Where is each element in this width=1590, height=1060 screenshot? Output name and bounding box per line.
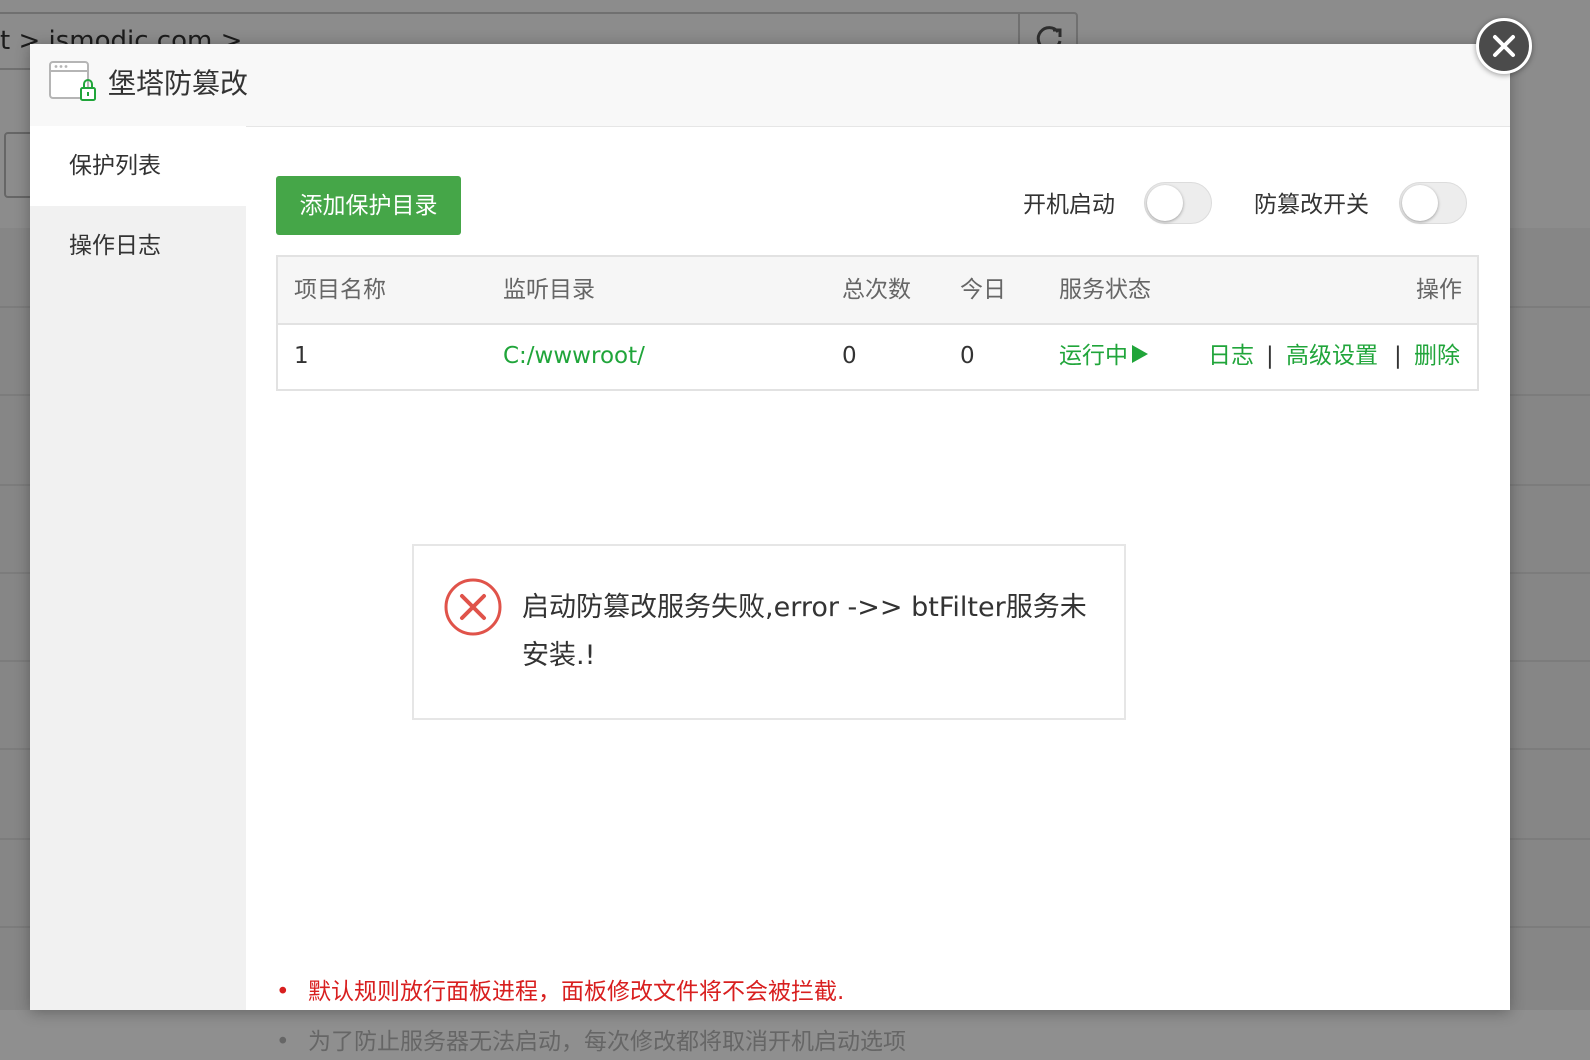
notes-list: • 默认规则放行面板进程，面板修改文件将不会被拦截. • 为了防止服务器无法启动，每… — [276, 974, 1476, 1060]
col-header-today: 今日 — [960, 277, 1006, 303]
note-text: 默认规则放行面板进程，面板修改文件将不会被拦截. — [308, 979, 845, 1005]
row-dir-link[interactable]: C:/wwwroot/ — [503, 340, 645, 372]
col-header-dir: 监听目录 — [503, 277, 595, 303]
error-icon — [442, 576, 504, 642]
bullet: • — [276, 1029, 290, 1055]
dialog-title: 堡塔防篡改 — [108, 67, 249, 100]
col-header-status: 服务状态 — [1059, 277, 1151, 303]
tamper-switch-toggle[interactable] — [1399, 182, 1467, 224]
col-header-actions: 操作 — [1416, 277, 1462, 303]
bullet: • — [276, 979, 290, 1005]
add-protect-dir-button[interactable]: 添加保护目录 — [276, 176, 461, 235]
sidebar-item-label: 操作日志 — [69, 233, 161, 259]
col-header-total: 总次数 — [842, 277, 911, 303]
note-text: 为了防止服务器无法启动，每次修改都将取消开机启动选项 — [308, 1029, 906, 1055]
error-toast: 启动防篡改服务失败,error ->> btFilter服务未安装.! — [412, 544, 1126, 720]
sidebar-item-operation-log[interactable]: 操作日志 — [30, 206, 246, 286]
play-icon — [1132, 345, 1148, 363]
status-text: 运行中 — [1059, 343, 1128, 369]
dialog-header: 堡塔防篡改 — [30, 44, 1510, 127]
toggle-knob — [1402, 185, 1438, 221]
dialog-sidebar: 保护列表 操作日志 — [30, 126, 246, 1010]
sidebar-item-protect-list[interactable]: 保护列表 — [30, 126, 246, 206]
close-icon — [1493, 35, 1515, 57]
note-item: • 为了防止服务器无法启动，每次修改都将取消开机启动选项 — [276, 1024, 1476, 1060]
dialog-content: 添加保护目录 开机启动 防篡改开关 项目名称 监听目录 总次数 今日 服务状态 … — [246, 126, 1510, 1055]
boot-start-label: 开机启动 — [1023, 192, 1115, 218]
log-link[interactable]: 日志 — [1208, 340, 1254, 372]
col-header-name: 项目名称 — [294, 277, 386, 303]
action-separator: | — [1266, 343, 1274, 369]
error-message: 启动防篡改服务失败,error ->> btFilter服务未安装.! — [522, 592, 1087, 671]
row-name: 1 — [294, 343, 309, 369]
sidebar-item-label: 保护列表 — [69, 153, 161, 179]
advanced-settings-link[interactable]: 高级设置 — [1286, 340, 1378, 372]
action-separator: | — [1394, 343, 1402, 369]
protect-table: 项目名称 监听目录 总次数 今日 服务状态 操作 1 C:/wwwroot/ 0… — [276, 255, 1479, 391]
row-status[interactable]: 运行中 — [1059, 340, 1150, 372]
window-lock-icon — [48, 60, 100, 108]
boot-start-toggle[interactable] — [1144, 182, 1212, 224]
delete-link[interactable]: 删除 — [1414, 340, 1460, 372]
close-dialog-button[interactable] — [1476, 18, 1532, 74]
note-item: • 默认规则放行面板进程，面板修改文件将不会被拦截. — [276, 974, 1476, 1010]
tamper-protection-dialog: 堡塔防篡改 保护列表 操作日志 添加保护目录 开机启动 防篡改开关 项目名称 监… — [30, 44, 1510, 1055]
tamper-switch-label: 防篡改开关 — [1254, 192, 1369, 218]
toggle-knob — [1147, 185, 1183, 221]
row-today: 0 — [960, 343, 975, 369]
row-total: 0 — [842, 343, 857, 369]
